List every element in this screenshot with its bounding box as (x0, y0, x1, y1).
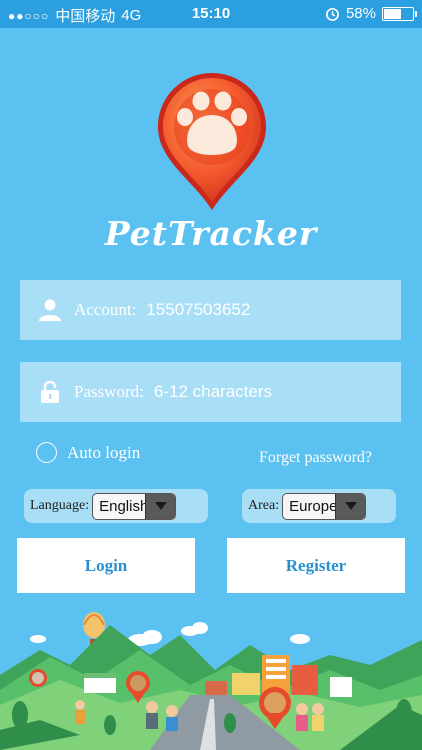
language-selector: Language: English (24, 489, 208, 523)
account-label: Account: (74, 300, 137, 319)
chevron-down-icon (145, 493, 176, 519)
status-bar: ●●○○○ 中国移动 4G 15:10 58% (0, 0, 422, 28)
password-label: Password: (74, 382, 144, 401)
password-field[interactable]: Password: 6-12 characters (20, 362, 401, 422)
forget-password-link[interactable]: Forget password? (259, 449, 372, 467)
alarm-icon (326, 7, 339, 21)
account-input[interactable]: 15507503652 (146, 300, 250, 320)
app-logo (158, 73, 266, 210)
auto-login-label: Auto login (67, 442, 141, 462)
language-select[interactable]: English (92, 492, 177, 520)
chevron-down-icon (335, 493, 366, 519)
landscape-illustration (0, 612, 422, 750)
area-selector: Area: Europe (242, 489, 396, 523)
password-input[interactable]: 6-12 characters (154, 382, 272, 402)
battery-percent: 58% (345, 5, 376, 22)
language-value: English (99, 497, 149, 515)
language-label: Language: (30, 498, 90, 513)
auto-login-radio[interactable] (36, 442, 57, 463)
app-name: PetTracker (104, 214, 318, 253)
auto-login-toggle[interactable]: Auto login (36, 442, 140, 463)
register-button[interactable]: Register (227, 538, 405, 593)
account-field[interactable]: Account: 15507503652 (20, 280, 401, 340)
login-button[interactable]: Login (17, 538, 195, 593)
battery-fill (384, 8, 402, 19)
user-icon (36, 296, 64, 324)
area-select[interactable]: Europe (282, 492, 367, 520)
lock-icon (36, 378, 64, 406)
battery-icon (382, 6, 417, 21)
area-value: Europe (289, 497, 338, 515)
area-label: Area: (248, 498, 280, 513)
